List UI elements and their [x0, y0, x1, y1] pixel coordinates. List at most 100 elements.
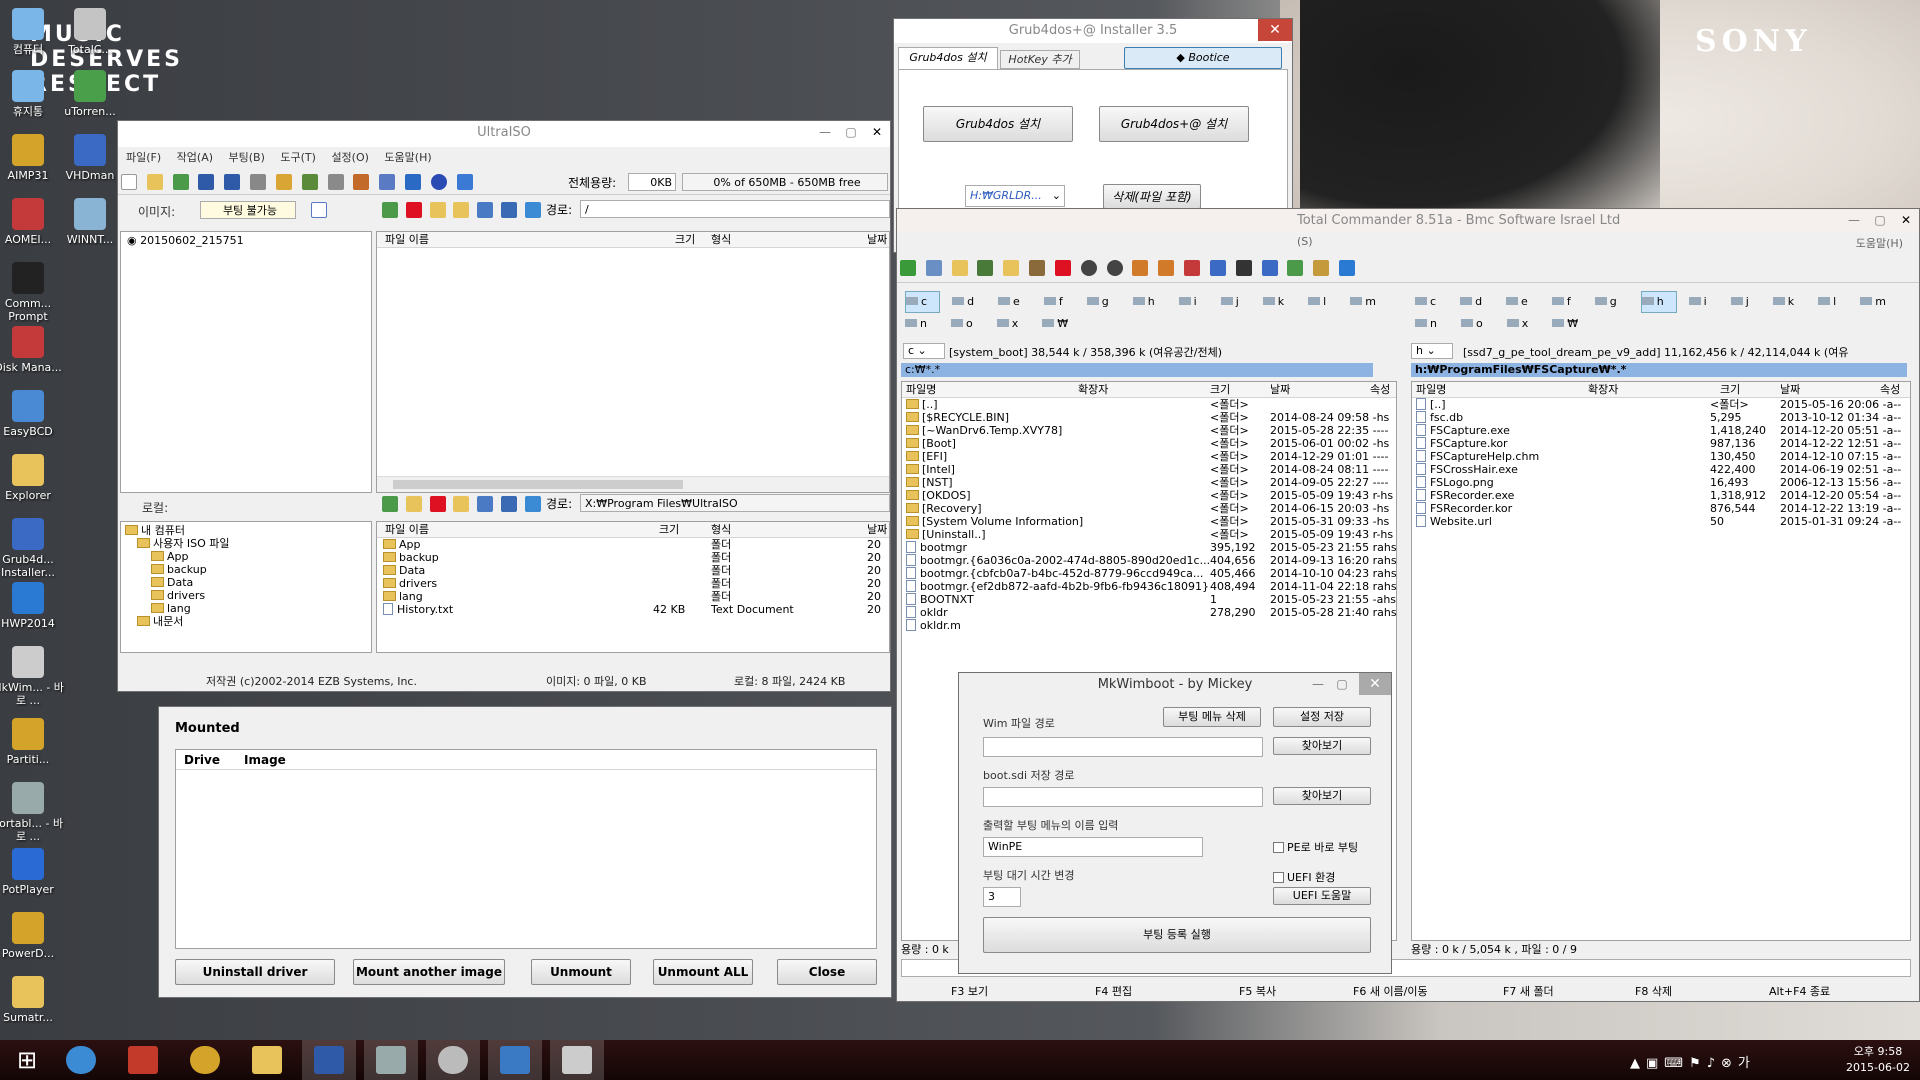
- table-row[interactable]: [~WanDrv6.Temp.XVY78] <폴더> 2015-05-28 22:3…: [902, 424, 1396, 437]
- forward-icon[interactable]: [1106, 260, 1123, 276]
- drive-button[interactable]: f: [1551, 292, 1583, 312]
- settings-icon[interactable]: [477, 496, 494, 512]
- table-row[interactable]: [OKDOS] <폴더> 2015-05-09 19:43 r-hs: [902, 489, 1396, 502]
- table-row[interactable]: History.txt 42 KB Text Document 20: [377, 603, 889, 616]
- table-row[interactable]: FSCapture.kor 987,136 2014-12-22 12:51 -a-…: [1412, 437, 1910, 450]
- table-row[interactable]: okldr 278,290 2015-05-28 21:40 rahs: [902, 606, 1396, 619]
- gear-icon[interactable]: [501, 202, 518, 218]
- desktop-icon[interactable]: HWP2014: [0, 582, 64, 630]
- rename-icon[interactable]: [1261, 260, 1278, 276]
- menu-boot[interactable]: 부팅(B): [229, 151, 265, 164]
- drive-button[interactable]: m: [1350, 292, 1388, 312]
- options-icon[interactable]: [405, 174, 422, 190]
- drive-button[interactable]: g: [1594, 292, 1629, 312]
- close-icon[interactable]: ✕: [1359, 673, 1391, 695]
- tc-menu-help[interactable]: 도움말(H): [1856, 235, 1903, 251]
- taskbar-app3[interactable]: [178, 1040, 232, 1080]
- drive-button[interactable]: d: [1460, 292, 1494, 312]
- desktop-icon[interactable]: Comm... Prompt: [0, 262, 64, 323]
- delete-boot-menu-button[interactable]: 부팅 메뉴 삭제: [1163, 707, 1261, 727]
- open-icon[interactable]: [146, 174, 163, 190]
- drive-button[interactable]: x: [996, 314, 1031, 334]
- tree-item[interactable]: 내문서: [121, 615, 371, 628]
- exit-icon[interactable]: [456, 174, 473, 190]
- unpack-icon[interactable]: [1158, 260, 1175, 276]
- browse-sdi-button[interactable]: 찾아보기: [1273, 787, 1371, 805]
- desktop-icon[interactable]: VHDman: [54, 134, 126, 182]
- function-key-button[interactable]: Alt+F4 종료: [1769, 983, 1830, 999]
- properties-icon[interactable]: [379, 174, 396, 190]
- extract-icon[interactable]: [172, 174, 189, 190]
- table-row[interactable]: okldr.m: [902, 619, 1396, 632]
- compare-icon[interactable]: [1029, 260, 1046, 276]
- function-key-button[interactable]: F3 보기: [951, 983, 988, 999]
- desktop-icon[interactable]: Partiti...: [0, 718, 64, 766]
- desktop-icon[interactable]: TotalC...: [54, 8, 126, 56]
- save-settings-button[interactable]: 설정 저장: [1273, 707, 1371, 727]
- drive-button[interactable]: c: [905, 291, 941, 313]
- function-key-button[interactable]: F6 새 이름/이동: [1353, 983, 1428, 999]
- maximize-icon[interactable]: ▢: [838, 121, 864, 143]
- table-row[interactable]: [System Volume Information] <폴더> 2015-05-3…: [902, 515, 1396, 528]
- menu-name-input[interactable]: WinPE: [983, 837, 1203, 857]
- new-folder-icon[interactable]: [429, 202, 446, 218]
- desktop-icon[interactable]: MkWim... - 바로 ...: [0, 646, 64, 707]
- table-row[interactable]: [..] <폴더> 2015-05-16 20:06 -a--: [1412, 398, 1910, 411]
- drive-button[interactable]: i: [1688, 292, 1719, 312]
- table-row[interactable]: FSRecorder.kor 876,544 2014-12-22 13:19 -a…: [1412, 502, 1910, 515]
- refresh-icon[interactable]: [524, 202, 541, 218]
- convert-icon[interactable]: [353, 174, 370, 190]
- desktop-icon[interactable]: uTorren...: [54, 70, 126, 118]
- flag-icon[interactable]: ⚑: [1689, 1056, 1707, 1071]
- bootice-button[interactable]: ◆ Bootice: [1124, 47, 1282, 69]
- network-icon[interactable]: ▣: [1646, 1056, 1664, 1071]
- new-icon[interactable]: [121, 174, 137, 190]
- taskbar-totalcmd[interactable]: [488, 1040, 542, 1080]
- close-icon[interactable]: ✕: [864, 121, 890, 143]
- desktop-icon[interactable]: Sumatr...: [0, 976, 64, 1024]
- left-drive-select[interactable]: c ⌄: [903, 343, 945, 359]
- mkwim-titlebar[interactable]: MkWimboot - by Mickey — ▢ ✕: [959, 673, 1391, 697]
- drive-button[interactable]: l: [1308, 292, 1338, 312]
- thumbnail-icon[interactable]: [977, 260, 994, 276]
- totalcmd-titlebar[interactable]: Total Commander 8.51a - Bmc Software Isr…: [897, 209, 1919, 233]
- drive-button[interactable]: k: [1772, 292, 1806, 312]
- unmount-button[interactable]: Unmount: [531, 959, 631, 985]
- full-view-icon[interactable]: [951, 260, 968, 276]
- drive-button[interactable]: m: [1860, 292, 1898, 312]
- minimize-icon[interactable]: —: [812, 121, 838, 143]
- cd-icon[interactable]: [327, 174, 344, 190]
- drive-button[interactable]: g: [1086, 292, 1121, 312]
- settings-icon[interactable]: [477, 202, 494, 218]
- new-folder-icon[interactable]: [405, 496, 422, 512]
- function-key-button[interactable]: F4 편집: [1095, 983, 1132, 999]
- drive-button[interactable]: l: [1818, 292, 1848, 312]
- desktop-icon[interactable]: Grub4d... Installer...: [0, 518, 64, 579]
- minimize-icon[interactable]: —: [1305, 673, 1331, 695]
- table-row[interactable]: bootmgr 395,192 2015-05-23 21:55 rahs: [902, 541, 1396, 554]
- table-row[interactable]: lang 폴더 20: [377, 590, 889, 603]
- maximize-icon[interactable]: ▢: [1867, 209, 1893, 231]
- close-icon[interactable]: ✕: [1893, 209, 1919, 231]
- url-icon[interactable]: [1209, 260, 1226, 276]
- drive-button[interactable]: ₩: [1042, 314, 1080, 334]
- add-icon[interactable]: [453, 496, 470, 512]
- tree-item[interactable]: 사용자 ISO 파일: [121, 537, 371, 550]
- local-path-field[interactable]: X:₩Program Files₩UltraISO: [580, 494, 890, 512]
- drive-button[interactable]: h: [1640, 291, 1677, 313]
- desktop-icon[interactable]: EasyBCD: [0, 390, 64, 438]
- gear-icon[interactable]: [501, 496, 518, 512]
- function-key-button[interactable]: F8 삭제: [1635, 983, 1672, 999]
- table-row[interactable]: FSCaptureHelp.chm 130,450 2014-12-10 07:15…: [1412, 450, 1910, 463]
- browse-wim-button[interactable]: 찾아보기: [1273, 737, 1371, 755]
- tree-icon[interactable]: [1003, 260, 1020, 276]
- menu-action[interactable]: 작업(A): [177, 151, 213, 164]
- lang-icon[interactable]: 가: [1738, 1056, 1756, 1071]
- desktop-icon[interactable]: PotPlayer: [0, 848, 64, 896]
- ftp-icon[interactable]: [1184, 260, 1201, 276]
- menu-options[interactable]: 설정(O): [331, 151, 368, 164]
- pe-boot-checkbox[interactable]: PE로 바로 부팅: [1273, 839, 1358, 855]
- save-as-icon[interactable]: [224, 174, 241, 190]
- start-button[interactable]: ⊞: [0, 1040, 54, 1080]
- table-row[interactable]: FSRecorder.exe 1,318,912 2014-12-20 05:54 …: [1412, 489, 1910, 502]
